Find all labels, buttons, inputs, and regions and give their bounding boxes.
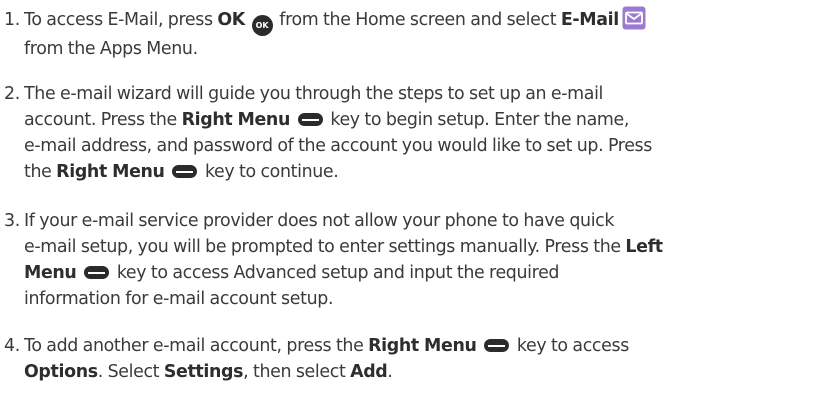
step-line: Options. Select Settings, then select Ad… xyxy=(4,359,816,385)
step-text: the xyxy=(24,162,57,182)
step-text: . xyxy=(387,362,393,382)
step-number: 1. xyxy=(4,10,20,30)
step-text: The e-mail wizard will guide you through… xyxy=(24,84,604,104)
menu-name-settings: Settings xyxy=(163,362,244,382)
menu-key-icon xyxy=(84,266,110,279)
step-number: 2. xyxy=(4,84,20,104)
menu-key-icon xyxy=(172,165,198,178)
step-line: e-mail address, and password of the acco… xyxy=(24,136,652,156)
instruction-steps: 1. To access E-Mail, press OK OK from the… xyxy=(0,0,821,393)
email-app-icon xyxy=(622,6,646,30)
step-line: 2. The e-mail wizard will guide you throu… xyxy=(4,81,816,107)
app-name-email: E-Mail xyxy=(560,10,619,30)
step-text: If your e-mail service provider does not… xyxy=(24,211,615,231)
step-line: e-mail setup, you will be prompted to en… xyxy=(4,234,816,260)
step-text: key to access xyxy=(512,336,629,356)
key-name-right-menu: Right Menu xyxy=(368,336,477,356)
step-line: 4. To add another e-mail account, press t… xyxy=(4,333,816,359)
step-text: key to access Advanced setup and input t… xyxy=(112,263,560,283)
step-line: from the Apps Menu. xyxy=(24,39,198,59)
menu-key-icon xyxy=(484,339,510,352)
step-3: 3. If your e-mail service provider does n… xyxy=(4,208,816,312)
step-number: 3. xyxy=(4,211,20,231)
step-text: account. Press the xyxy=(24,110,182,130)
step-4: 4. To add another e-mail account, press t… xyxy=(4,333,816,385)
step-text: To add another e-mail account, press the xyxy=(24,336,369,356)
step-text: To access E-Mail, press xyxy=(24,10,218,30)
step-text: from the Home screen and select xyxy=(274,10,561,30)
step-line: 3. If your e-mail service provider does n… xyxy=(4,208,816,234)
key-name-left: Left xyxy=(625,237,663,257)
step-text: . Select xyxy=(97,362,164,382)
ok-button-icon: OK xyxy=(251,15,273,36)
menu-name-options: Options xyxy=(24,362,98,382)
step-1: 1. To access E-Mail, press OK OK from the… xyxy=(4,6,816,62)
key-name-right-menu: Right Menu xyxy=(181,110,291,130)
step-2: 2. The e-mail wizard will guide you throu… xyxy=(4,81,816,185)
step-text: , then select xyxy=(243,362,351,382)
step-line: Menu key to access Advanced setup and in… xyxy=(4,260,816,286)
step-number: 4. xyxy=(4,336,20,356)
menu-name-add: Add xyxy=(350,362,388,382)
step-text: e-mail setup, you will be prompted to en… xyxy=(24,237,626,257)
key-name-right-menu: Right Menu xyxy=(56,162,165,182)
step-line: information for e-mail account setup. xyxy=(24,289,334,309)
step-line: account. Press the Right Menu key to beg… xyxy=(4,107,816,133)
step-text: key to continue. xyxy=(200,162,339,182)
key-name-menu: Menu xyxy=(24,263,77,283)
step-line: the Right Menu key to continue. xyxy=(4,159,816,185)
step-line: 1. To access E-Mail, press OK OK from the… xyxy=(4,6,816,36)
key-name-ok: OK xyxy=(217,10,245,30)
step-text: key to begin setup. Enter the name, xyxy=(325,110,630,130)
menu-key-icon xyxy=(297,113,323,126)
